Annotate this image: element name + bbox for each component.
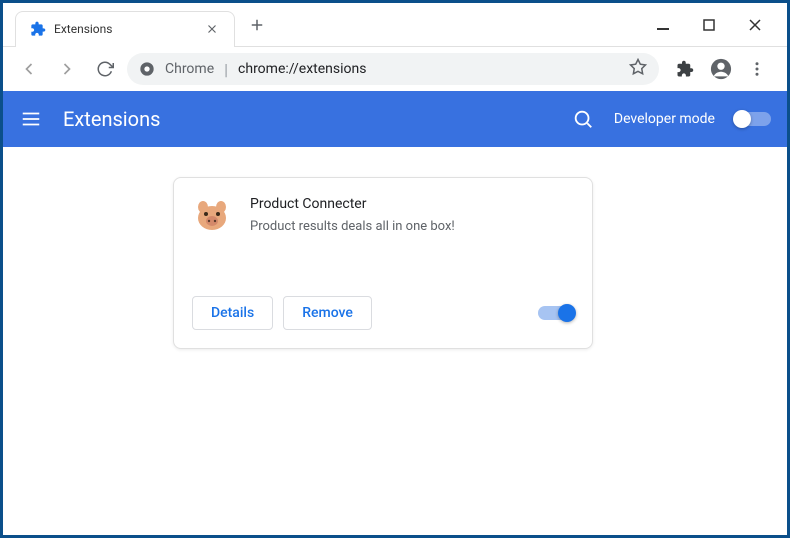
toolbar-icons	[665, 55, 777, 83]
toggle-knob	[733, 110, 751, 128]
addressbar-row: Chrome | chrome://extensions	[3, 47, 787, 91]
developer-mode-label: Developer mode	[614, 111, 715, 127]
omnibox-label: Chrome	[165, 61, 214, 77]
forward-button	[51, 53, 83, 85]
extension-card: Product Connecter Product results deals …	[173, 177, 593, 349]
extensions-header: Extensions Developer mode	[3, 91, 787, 147]
menu-icon[interactable]	[743, 55, 771, 83]
hamburger-icon[interactable]	[19, 107, 43, 131]
extensions-icon[interactable]	[671, 55, 699, 83]
close-icon[interactable]	[204, 21, 220, 37]
page-title: Extensions	[63, 107, 160, 131]
new-tab-button[interactable]	[243, 11, 271, 39]
extension-toggle[interactable]	[538, 306, 574, 320]
extension-name: Product Connecter	[250, 196, 574, 212]
puzzle-icon	[30, 21, 46, 37]
chrome-icon	[139, 61, 155, 77]
maximize-button[interactable]	[697, 13, 721, 37]
developer-mode-toggle[interactable]	[735, 112, 771, 126]
extension-description: Product results deals all in one box!	[250, 218, 574, 236]
extension-avatar-icon	[192, 196, 232, 236]
profile-icon[interactable]	[707, 55, 735, 83]
omnibox[interactable]: Chrome | chrome://extensions	[127, 53, 659, 85]
close-window-button[interactable]	[743, 13, 767, 37]
search-icon[interactable]	[572, 108, 594, 130]
back-button[interactable]	[13, 53, 45, 85]
window-controls	[651, 13, 787, 37]
star-icon[interactable]	[629, 58, 647, 80]
browser-tab[interactable]: Extensions	[15, 11, 235, 47]
titlebar: Extensions	[3, 3, 787, 47]
reload-button[interactable]	[89, 53, 121, 85]
toggle-knob	[558, 304, 576, 322]
omnibox-url: chrome://extensions	[238, 61, 366, 77]
details-button[interactable]: Details	[192, 296, 273, 330]
minimize-button[interactable]	[651, 13, 675, 37]
remove-button[interactable]: Remove	[283, 296, 372, 330]
extensions-content: Product Connecter Product results deals …	[3, 147, 787, 349]
tab-title: Extensions	[54, 22, 196, 36]
omnibox-separator: |	[224, 60, 228, 79]
